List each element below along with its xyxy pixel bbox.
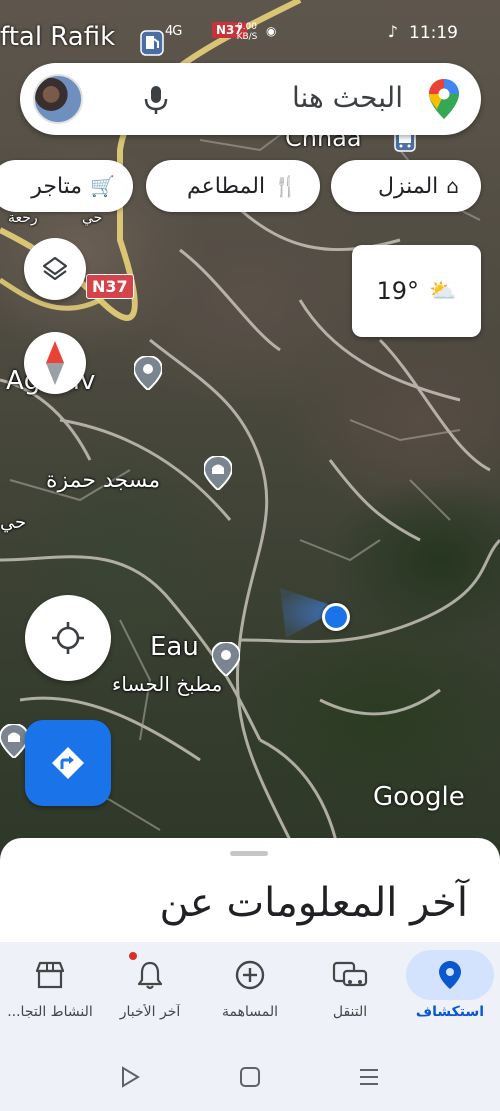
directions-button[interactable] — [25, 720, 111, 806]
sheet-drag-handle[interactable] — [230, 851, 268, 856]
storefront-icon — [35, 961, 65, 989]
map-label-place: حي — [82, 210, 103, 226]
layers-button[interactable] — [24, 238, 86, 300]
compass-button[interactable] — [24, 332, 86, 394]
bottom-navigation: استكشاف التنقل المساهمة آخر الأخبار النش… — [0, 942, 500, 1042]
add-circle-icon — [235, 960, 265, 990]
route-badge: N37 — [86, 274, 134, 299]
chip-label: المطاعم — [187, 173, 266, 199]
map-label-place: حي — [0, 512, 27, 533]
place-pin-icon[interactable] — [134, 356, 162, 390]
tab-business[interactable]: النشاط التجا... — [0, 942, 100, 1042]
chip-restaurants[interactable]: 🍴 المطاعم — [146, 160, 320, 212]
net-speed: 0.00 KB/S — [236, 22, 258, 42]
map-label-mosque: مسجد حمزة — [46, 468, 161, 493]
notification-dot — [129, 952, 137, 960]
weather-temperature: 19° — [376, 277, 420, 305]
tiktok-icon: ♪ — [387, 22, 398, 41]
tab-explore-icon-wrap — [406, 950, 494, 1000]
layers-icon — [42, 256, 68, 281]
chip-home[interactable]: ⌂ المنزل — [331, 160, 481, 212]
home-square-icon[interactable] — [237, 1064, 263, 1090]
tab-contribute-icon-wrap — [225, 950, 275, 1000]
location-status-icon: ◉ — [266, 24, 277, 38]
tab-label: التنقل — [332, 1004, 368, 1020]
directions-icon — [52, 747, 84, 779]
bottom-sheet[interactable]: آخر المعلومات عن — [0, 838, 500, 958]
google-maps-logo-icon — [429, 79, 459, 119]
chip-label: المنزل — [378, 173, 439, 199]
sheet-heading: آخر المعلومات عن — [159, 880, 468, 926]
tab-label: استكشاف — [415, 1004, 485, 1020]
google-logo: Google — [373, 782, 465, 812]
map-label-place: Eau — [150, 632, 199, 662]
bell-icon — [137, 961, 163, 990]
cart-icon: 🛒 — [90, 174, 115, 198]
restaurant-icon: 🍴 — [273, 174, 298, 198]
back-triangle-icon[interactable] — [117, 1064, 143, 1090]
chip-label: متاجر — [31, 173, 83, 199]
status-bar: 4G N37 0.00 KB/S ◉ ♪ 11:19 — [0, 18, 500, 50]
avatar[interactable] — [33, 74, 83, 124]
clock: 11:19 — [409, 23, 458, 43]
recents-menu-icon[interactable] — [356, 1064, 382, 1090]
tab-contribute[interactable]: المساهمة — [200, 942, 300, 1042]
my-location-button[interactable] — [25, 595, 111, 681]
search-input[interactable]: البحث هنا — [292, 81, 403, 114]
mosque-pin-icon[interactable] — [0, 724, 28, 758]
microphone-icon[interactable] — [143, 85, 169, 115]
signal-icon: 4G — [165, 24, 182, 39]
home-icon: ⌂ — [446, 174, 459, 198]
tab-business-icon-wrap — [25, 950, 75, 1000]
my-location-dot — [322, 603, 350, 631]
tab-updates[interactable]: آخر الأخبار — [100, 942, 200, 1042]
system-navigation-bar — [0, 1042, 500, 1111]
tab-explore[interactable]: استكشاف — [400, 942, 500, 1042]
map-label-place: مطبخ الحساء — [112, 672, 223, 696]
gas-station-icon[interactable] — [140, 30, 164, 56]
tab-commute-icon-wrap — [325, 950, 375, 1000]
tab-label: المساهمة — [222, 1004, 278, 1020]
tab-label: النشاط التجا... — [7, 1004, 93, 1020]
tab-commute[interactable]: التنقل — [300, 942, 400, 1042]
mosque-pin-icon[interactable] — [204, 456, 232, 490]
crosshair-icon — [52, 622, 84, 654]
place-pin-icon[interactable] — [212, 642, 240, 676]
map-label-place: رحعة — [8, 210, 38, 226]
compass-icon — [46, 341, 64, 385]
commute-icon — [332, 961, 368, 987]
partly-cloudy-icon: ⛅ — [429, 278, 457, 304]
tab-label: آخر الأخبار — [119, 1004, 181, 1020]
explore-pin-icon — [439, 961, 461, 989]
weather-card[interactable]: 19° ⛅ — [352, 245, 481, 337]
chip-stores[interactable]: 🛒 متاجر — [0, 160, 133, 212]
search-bar[interactable]: البحث هنا — [20, 63, 481, 135]
